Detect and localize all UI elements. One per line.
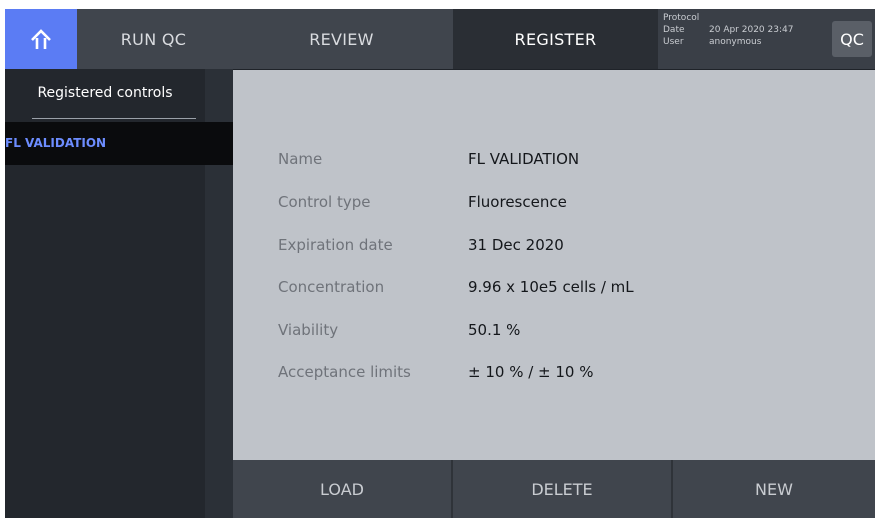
expiration-date-value: 31 Dec 2020 <box>468 236 564 254</box>
sidebar-title: Registered controls <box>37 85 173 101</box>
protocol-label: Protocol <box>663 13 700 23</box>
top-bar: RUN QC REVIEW REGISTER Protocol Date 20 … <box>5 9 875 69</box>
sidebar-divider <box>32 118 196 119</box>
user-label: User <box>663 37 684 47</box>
home-button[interactable] <box>5 9 77 69</box>
control-type-label: Control type <box>278 193 371 211</box>
name-label: Name <box>278 150 323 168</box>
acceptance-limits-label: Acceptance limits <box>278 363 411 381</box>
viability-label: Viability <box>278 321 339 339</box>
control-details-panel: Name FL VALIDATION Control type Fluoresc… <box>233 70 875 460</box>
delete-button[interactable]: DELETE <box>453 460 671 518</box>
date-label: Date <box>663 25 685 35</box>
qc-button[interactable]: QC <box>832 21 872 57</box>
viability-value: 50.1 % <box>468 321 521 339</box>
concentration-label: Concentration <box>278 278 385 296</box>
concentration-value: 9.96 x 10e5 cells / mL <box>468 278 634 296</box>
app-screen: RUN QC REVIEW REGISTER Protocol Date 20 … <box>5 9 875 518</box>
user-value: anonymous <box>709 37 762 47</box>
acceptance-limits-value: ± 10 % / ± 10 % <box>468 363 594 381</box>
sidebar-item-fl-validation[interactable]: FL VALIDATION <box>5 122 233 165</box>
date-value: 20 Apr 2020 23:47 <box>709 25 794 35</box>
new-button[interactable]: NEW <box>673 460 875 518</box>
home-arrow-up-icon <box>31 29 51 49</box>
session-info: Protocol Date 20 Apr 2020 23:47 User ano… <box>663 11 828 67</box>
tab-review[interactable]: REVIEW <box>230 9 453 69</box>
name-value: FL VALIDATION <box>468 150 580 168</box>
expiration-date-label: Expiration date <box>278 236 393 254</box>
control-type-value: Fluorescence <box>468 193 567 211</box>
load-button[interactable]: LOAD <box>233 460 451 518</box>
tab-register[interactable]: REGISTER <box>453 9 658 69</box>
tab-run-qc[interactable]: RUN QC <box>77 9 230 69</box>
action-bar: LOAD DELETE NEW <box>233 460 875 518</box>
sidebar-item-label: FL VALIDATION <box>5 135 107 150</box>
